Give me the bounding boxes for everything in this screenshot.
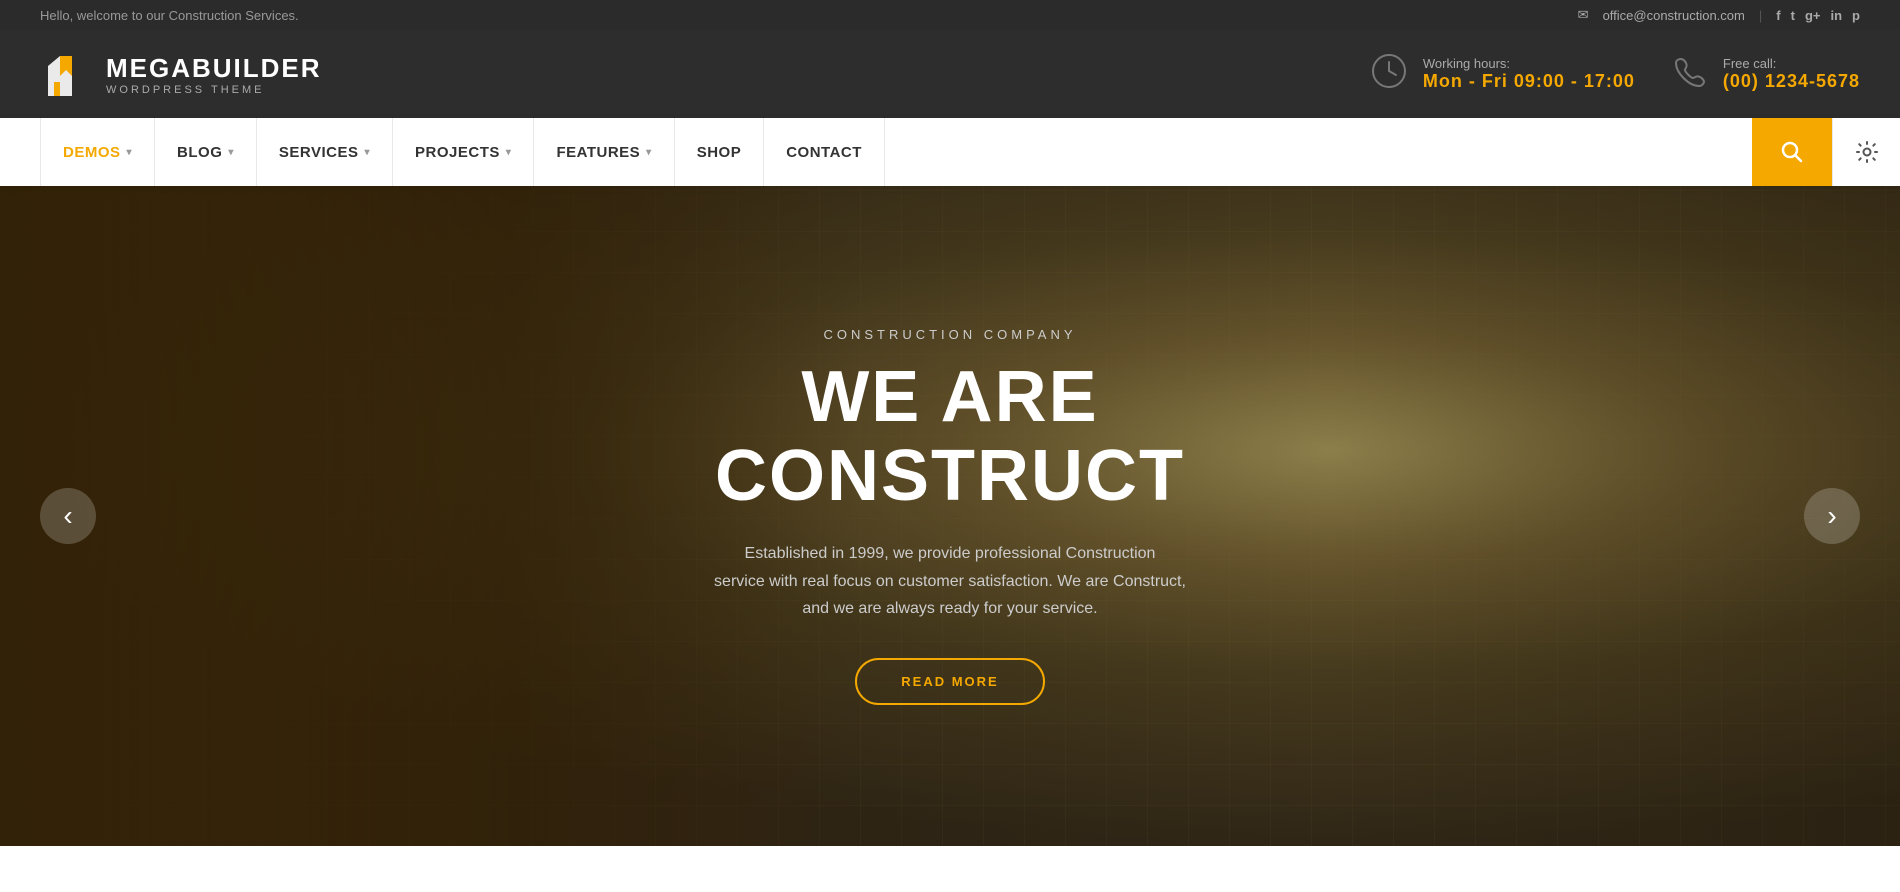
nav-item-demos[interactable]: DEMOS ▾ [40,118,155,186]
gear-icon [1856,141,1878,163]
top-bar: Hello, welcome to our Construction Servi… [0,0,1900,30]
nav-label-contact: CONTACT [786,144,862,161]
logo-area[interactable]: MEGABUILDER WORDPRESS THEME [40,48,322,100]
nav-label-shop: SHOP [697,144,742,161]
welcome-text: Hello, welcome to our Construction Servi… [40,8,299,23]
logo-icon [40,48,92,100]
social-icons: f t g+ in p [1776,8,1860,23]
nav-label-features: FEATURES [556,144,640,161]
chevron-down-icon: ▾ [127,147,133,158]
chevron-right-icon: › [1827,502,1836,530]
nav-item-shop[interactable]: SHOP [675,118,765,186]
free-call-value: (00) 1234-5678 [1723,71,1860,92]
free-call-label: Free call: [1723,56,1860,71]
free-call-info: Free call: (00) 1234-5678 [1675,55,1860,94]
settings-button[interactable] [1832,118,1900,186]
email-link[interactable]: office@construction.com [1603,8,1745,23]
search-icon [1781,141,1803,163]
slider-prev-button[interactable]: ‹ [40,488,96,544]
facebook-icon[interactable]: f [1776,8,1780,23]
nav-label-projects: PROJECTS [415,144,500,161]
hero-subtitle: CONSTRUCTION COMPANY [630,327,1270,342]
hero-description: Established in 1999, we provide professi… [630,540,1270,622]
nav-label-services: SERVICES [279,144,359,161]
brand-name: MEGABUILDER [106,53,322,84]
nav-label-demos: DEMOS [63,144,121,161]
logo-text: MEGABUILDER WORDPRESS THEME [106,53,322,96]
clock-icon [1371,53,1407,96]
chevron-down-icon: ▾ [506,147,512,158]
email-icon: ✉ [1578,7,1589,23]
brand-sub: WORDPRESS THEME [106,84,322,96]
search-button[interactable] [1752,118,1832,186]
free-call-text: Free call: (00) 1234-5678 [1723,56,1860,92]
linkedin-icon[interactable]: in [1830,8,1842,23]
divider: | [1759,8,1762,23]
header-right: Working hours: Mon - Fri 09:00 - 17:00 F… [1371,53,1860,96]
hero-cta-button[interactable]: READ MORE [855,658,1044,705]
working-hours-label: Working hours: [1423,56,1635,71]
nav-item-features[interactable]: FEATURES ▾ [534,118,674,186]
chevron-down-icon: ▾ [228,147,234,158]
nav-item-contact[interactable]: CONTACT [764,118,885,186]
header: MEGABUILDER WORDPRESS THEME Working hour… [0,30,1900,118]
phone-icon [1675,55,1707,94]
nav-item-services[interactable]: SERVICES ▾ [257,118,393,186]
hero-title: WE ARE CONSTRUCT [630,358,1270,516]
chevron-down-icon: ▾ [646,147,652,158]
hero-content: CONSTRUCTION COMPANY WE ARE CONSTRUCT Es… [630,327,1270,705]
top-bar-right: ✉ office@construction.com | f t g+ in p [1578,7,1860,23]
slider-next-button[interactable]: › [1804,488,1860,544]
working-hours-value: Mon - Fri 09:00 - 17:00 [1423,71,1635,92]
working-hours-text: Working hours: Mon - Fri 09:00 - 17:00 [1423,56,1635,92]
nav-item-projects[interactable]: PROJECTS ▾ [393,118,534,186]
working-hours-info: Working hours: Mon - Fri 09:00 - 17:00 [1371,53,1635,96]
twitter-icon[interactable]: t [1791,8,1795,23]
pinterest-icon[interactable]: p [1852,8,1860,23]
chevron-down-icon: ▾ [365,147,371,158]
nav-bar: DEMOS ▾ BLOG ▾ SERVICES ▾ PROJECTS ▾ FEA… [0,118,1900,186]
chevron-left-icon: ‹ [63,502,72,530]
nav-item-blog[interactable]: BLOG ▾ [155,118,257,186]
googleplus-icon[interactable]: g+ [1805,8,1821,23]
nav-menu: DEMOS ▾ BLOG ▾ SERVICES ▾ PROJECTS ▾ FEA… [0,118,1752,186]
hero-section: ‹ CONSTRUCTION COMPANY WE ARE CONSTRUCT … [0,186,1900,846]
nav-label-blog: BLOG [177,144,222,161]
